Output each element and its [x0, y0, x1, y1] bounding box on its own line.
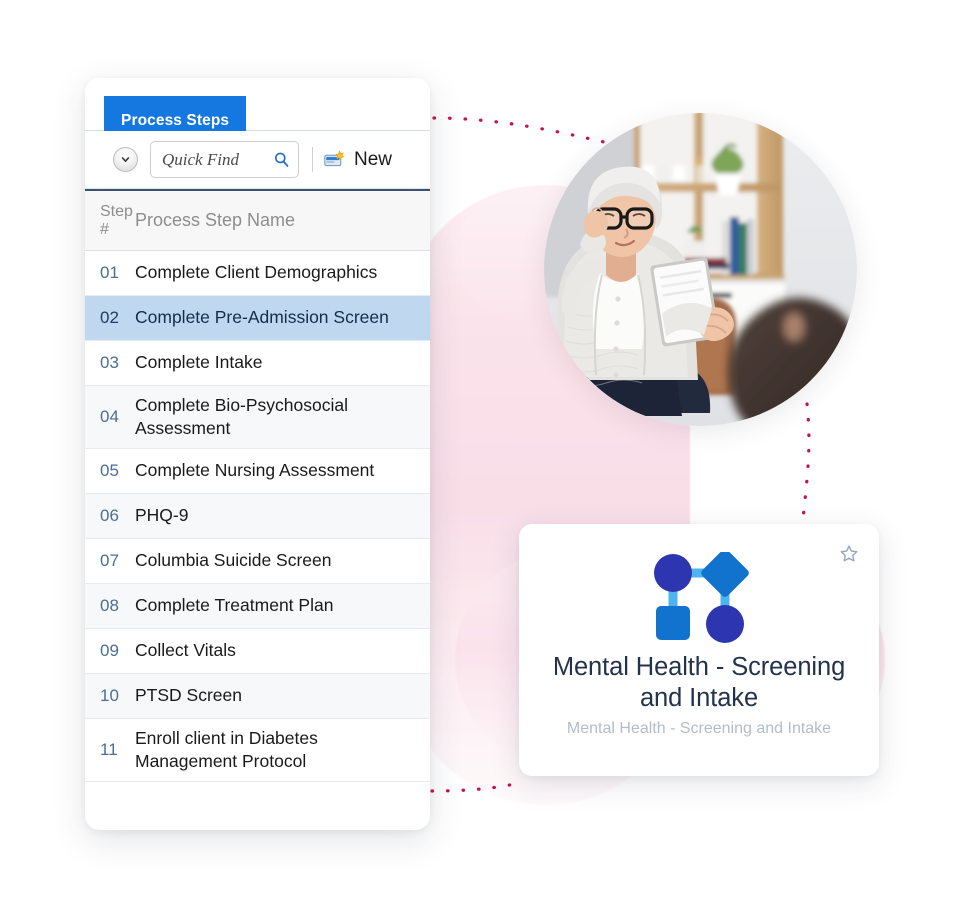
table-row[interactable]: 07 Columbia Suicide Screen — [85, 539, 430, 584]
row-step-name: PTSD Screen — [135, 685, 242, 706]
toolbar-separator — [312, 147, 313, 172]
favorite-star-icon[interactable] — [839, 544, 859, 564]
row-step-name: Complete Treatment Plan — [135, 595, 334, 616]
row-step-name: Complete Bio-Psychosocial Assessment — [135, 394, 349, 438]
card-subtitle: Mental Health - Screening and Intake — [566, 720, 832, 737]
row-step-name: Enroll client in Diabetes Management Pro… — [135, 727, 318, 771]
column-header-step-line2: # — [100, 220, 109, 238]
row-step-number: 03 — [100, 353, 119, 372]
row-step-number: 10 — [100, 686, 119, 705]
connector-panel-to-card — [430, 780, 525, 793]
row-step-number: 11 — [100, 740, 118, 759]
row-step-number: 01 — [100, 263, 119, 282]
quick-find-box[interactable] — [150, 141, 299, 178]
connector-photo-to-card — [801, 402, 811, 522]
table-row[interactable]: 04 Complete Bio-Psychosocial Assessment — [85, 386, 430, 449]
new-button-label: New — [354, 148, 393, 170]
row-step-number: 05 — [100, 461, 119, 480]
row-step-number: 02 — [100, 308, 119, 327]
row-step-name: Complete Nursing Assessment — [135, 460, 375, 481]
photo-illustration — [544, 113, 857, 426]
table-row[interactable]: 09 Collect Vitals — [85, 629, 430, 674]
row-step-name: Columbia Suicide Screen — [135, 550, 332, 571]
new-button[interactable]: New — [324, 149, 392, 171]
connector-panel-to-photo — [432, 116, 606, 144]
row-step-number: 04 — [100, 407, 119, 426]
search-icon[interactable] — [273, 151, 290, 168]
process-steps-panel: Process Steps Quick Find New Step # Proc… — [85, 78, 430, 830]
row-step-name: Complete Client Demographics — [135, 262, 378, 283]
counseling-session-photo — [544, 113, 857, 426]
row-step-name: Complete Pre-Admission Screen — [135, 307, 389, 328]
row-step-number: 09 — [100, 641, 119, 660]
table-row[interactable]: 11 Enroll client in Diabetes Management P… — [85, 719, 430, 782]
card-title: Mental Health - Screening and Intake — [552, 653, 846, 713]
row-step-name: Complete Intake — [135, 352, 263, 373]
tab-strip: Process Steps — [85, 78, 430, 146]
panel-toolbar: New — [85, 131, 430, 189]
column-header-step-line1: Step — [100, 203, 133, 221]
table-row[interactable]: 03 Complete Intake — [85, 341, 430, 386]
chevron-down-icon — [121, 157, 130, 162]
table-row[interactable]: 08 Complete Treatment Plan — [85, 584, 430, 629]
grid-header-row: Step # Process Step Name — [85, 189, 430, 251]
column-header-step-number: Step # — [85, 203, 135, 238]
workflow-diagram-icon — [654, 552, 749, 643]
search-input[interactable] — [162, 149, 273, 170]
row-step-name: PHQ-9 — [135, 505, 189, 526]
row-step-name: Collect Vitals — [135, 640, 236, 661]
column-header-step-name: Process Step Name — [135, 210, 296, 230]
table-row[interactable]: 06 PHQ-9 — [85, 494, 430, 539]
screenshot-root: Process Steps Quick Find New Step # Proc… — [0, 0, 957, 908]
table-row[interactable]: 10 PTSD Screen — [85, 674, 430, 719]
row-step-number: 08 — [100, 596, 119, 615]
toolbar-dropdown-button[interactable] — [113, 147, 138, 172]
row-step-number: 06 — [100, 506, 119, 525]
table-row[interactable]: 05 Complete Nursing Assessment — [85, 449, 430, 494]
new-record-icon — [324, 150, 345, 166]
workflow-card[interactable]: Mental Health - Screening and Intake Men… — [519, 524, 879, 776]
row-step-number: 07 — [100, 551, 119, 570]
table-row[interactable]: 01 Complete Client Demographics — [85, 251, 430, 296]
grid-body: 01 Complete Client Demographics 02 Complete… — [85, 251, 430, 782]
table-row[interactable]: 02 Complete Pre-Admission Screen — [85, 296, 430, 341]
